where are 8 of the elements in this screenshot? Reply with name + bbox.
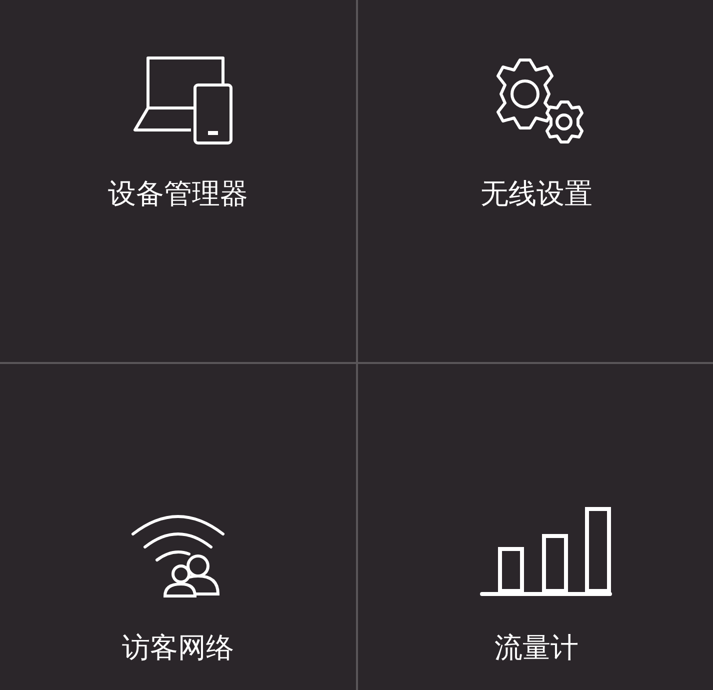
tile-label: 设备管理器	[108, 176, 248, 212]
menu-tile[interactable]: 流量计	[358, 364, 713, 690]
menu-tile[interactable]: 设备管理器	[0, 0, 356, 362]
menu-tile[interactable]: 访客网络	[0, 364, 356, 690]
tile-label: 无线设置	[480, 176, 592, 212]
menu-tile[interactable]: 无线设置	[358, 0, 713, 362]
tile-label: 流量计	[494, 630, 578, 666]
tile-label: 访客网络	[122, 630, 234, 666]
